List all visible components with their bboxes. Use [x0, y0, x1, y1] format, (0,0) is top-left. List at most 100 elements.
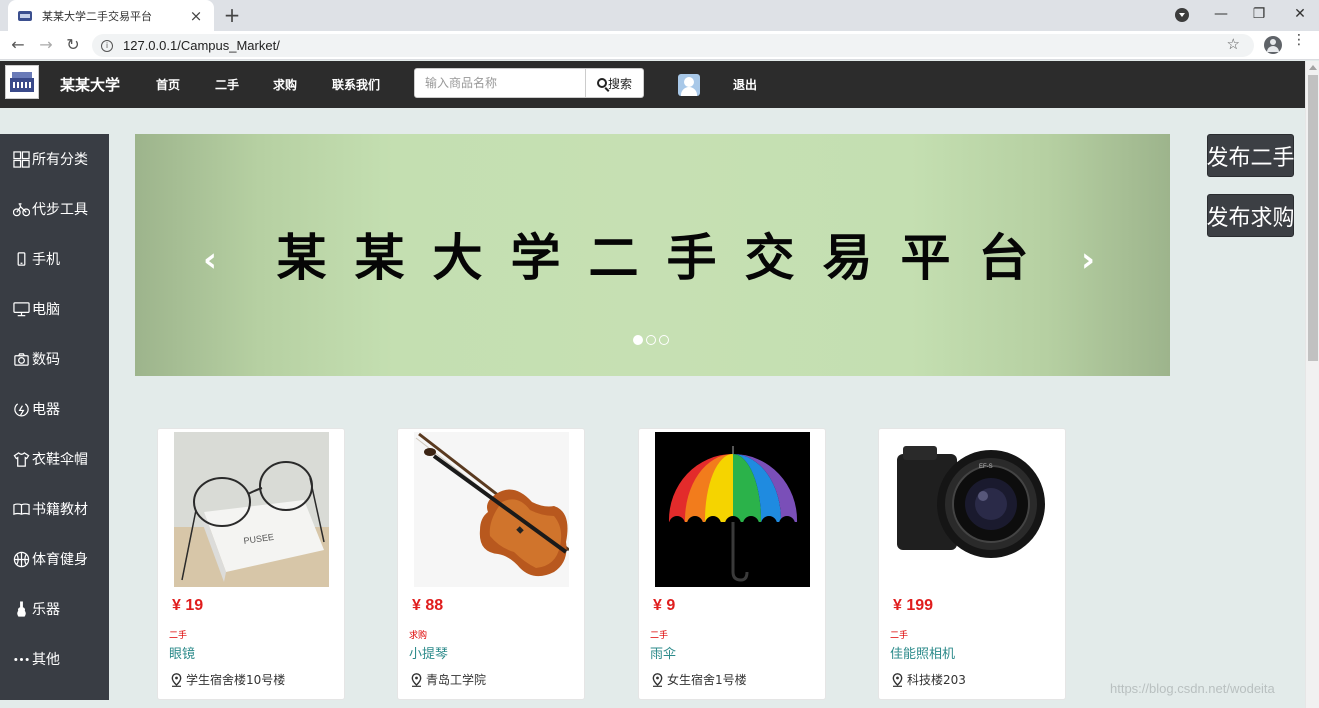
- product-name[interactable]: 眼镜: [169, 643, 195, 662]
- sidebar-item-instruments[interactable]: 乐器: [0, 584, 109, 634]
- product-name[interactable]: 小提琴: [409, 643, 448, 662]
- window-close-button[interactable]: ✕: [1290, 5, 1310, 23]
- product-image-camera[interactable]: EF-S: [895, 432, 1050, 587]
- carousel-dot[interactable]: [646, 335, 656, 345]
- sidebar-item-phone[interactable]: 手机: [0, 234, 109, 284]
- book-icon: [12, 500, 30, 518]
- reload-button[interactable]: ↻: [63, 35, 83, 55]
- camera-icon: [12, 350, 30, 368]
- search-button[interactable]: 搜索: [586, 68, 644, 98]
- forward-button[interactable]: →: [36, 35, 56, 55]
- sidebar-item-clothing[interactable]: 衣鞋伞帽: [0, 434, 109, 484]
- product-image-violin[interactable]: [414, 432, 569, 587]
- scroll-thumb[interactable]: [1308, 75, 1318, 361]
- carousel-dot[interactable]: [659, 335, 669, 345]
- product-tag: 二手: [169, 631, 188, 641]
- bookmark-star-icon[interactable]: ☆: [1227, 35, 1240, 53]
- address-bar[interactable]: i 127.0.0.1/Campus_Market/ ☆: [92, 34, 1254, 57]
- product-card[interactable]: ¥ 88 求购 小提琴 青岛工学院: [397, 428, 585, 700]
- product-price: ¥ 19: [172, 597, 204, 614]
- product-tag: 二手: [890, 631, 909, 641]
- product-location: 学生宿舍楼10号楼: [171, 671, 285, 688]
- category-sidebar: 所有分类 代步工具 手机 电脑 数码 电器 衣鞋伞帽 书籍教材 体育健身 乐器 …: [0, 134, 109, 700]
- sidebar-item-label: 数码: [32, 352, 60, 368]
- sidebar-item-label: 乐器: [32, 602, 60, 618]
- post-secondhand-button[interactable]: 发布二手: [1207, 134, 1295, 177]
- profile-icon[interactable]: [1264, 36, 1282, 54]
- product-image-umbrella[interactable]: [655, 432, 810, 587]
- nav-home[interactable]: 首页: [156, 76, 180, 93]
- sidebar-item-label: 电器: [32, 402, 60, 418]
- nav-wanted[interactable]: 求购: [273, 76, 297, 93]
- page-scrollbar[interactable]: [1305, 61, 1319, 708]
- tab-search-icon[interactable]: [1175, 8, 1189, 22]
- sidebar-item-all[interactable]: 所有分类: [0, 134, 109, 184]
- scroll-up-arrow-icon[interactable]: [1309, 65, 1317, 70]
- search-box: 搜索: [414, 68, 644, 98]
- location-pin-icon: [411, 672, 422, 687]
- carousel-next-button[interactable]: ›: [1081, 243, 1095, 277]
- tab-title: 某某大学二手交易平台: [42, 9, 152, 23]
- monitor-icon: [12, 300, 30, 318]
- browser-toolbar: ← → ↻ i 127.0.0.1/Campus_Market/ ☆ ⋮: [0, 31, 1319, 60]
- product-location: 科技楼203: [892, 671, 966, 688]
- user-avatar[interactable]: [678, 74, 700, 96]
- watermark: https://blog.csdn.net/wodeita: [1110, 681, 1275, 696]
- brand-name[interactable]: 某某大学: [60, 74, 120, 95]
- sidebar-item-appliance[interactable]: 电器: [0, 384, 109, 434]
- product-image-glasses[interactable]: PUSEE: [174, 432, 329, 587]
- sidebar-item-label: 书籍教材: [32, 502, 88, 518]
- sidebar-item-label: 体育健身: [32, 552, 88, 568]
- sidebar-item-computer[interactable]: 电脑: [0, 284, 109, 334]
- product-price: ¥ 88: [412, 597, 444, 614]
- restore-button[interactable]: ❐: [1249, 5, 1269, 23]
- back-button[interactable]: ←: [8, 35, 28, 55]
- browser-menu-button[interactable]: ⋮: [1292, 33, 1306, 47]
- sidebar-item-digital[interactable]: 数码: [0, 334, 109, 384]
- university-logo[interactable]: [5, 65, 39, 99]
- search-button-label: 搜索: [607, 76, 632, 91]
- product-card[interactable]: EF-S ¥ 199 二手 佳能照相机 科技楼203: [878, 428, 1066, 700]
- nav-secondhand[interactable]: 二手: [215, 76, 239, 93]
- banner-title: 某某大学二手交易平台: [276, 228, 1057, 287]
- carousel-dot[interactable]: [633, 335, 643, 345]
- favicon-icon: [18, 10, 32, 21]
- carousel-prev-button[interactable]: ‹: [203, 243, 217, 277]
- logout-link[interactable]: 退出: [733, 76, 757, 93]
- product-card[interactable]: PUSEE ¥ 19 二手 眼镜 学生宿舍楼10号楼: [157, 428, 345, 700]
- nav-contact[interactable]: 联系我们: [332, 76, 380, 93]
- phone-icon: [12, 250, 30, 268]
- product-card[interactable]: ¥ 9 二手 雨伞 女生宿舍1号楼: [638, 428, 826, 700]
- sidebar-item-other[interactable]: 其他: [0, 634, 109, 684]
- sidebar-item-label: 衣鞋伞帽: [32, 452, 88, 468]
- post-wanted-button[interactable]: 发布求购: [1207, 194, 1295, 237]
- sidebar-item-sports[interactable]: 体育健身: [0, 534, 109, 584]
- info-icon[interactable]: i: [101, 39, 113, 52]
- sidebar-item-label: 手机: [32, 252, 60, 268]
- sidebar-item-label: 其他: [32, 652, 60, 668]
- product-price: ¥ 199: [893, 597, 934, 614]
- product-location: 女生宿舍1号楼: [652, 671, 747, 688]
- sidebar-item-books[interactable]: 书籍教材: [0, 484, 109, 534]
- new-tab-button[interactable]: +: [222, 3, 242, 27]
- ball-icon: [12, 550, 30, 568]
- search-input[interactable]: [414, 68, 586, 98]
- product-name[interactable]: 佳能照相机: [890, 643, 955, 662]
- plug-icon: [12, 400, 30, 418]
- product-tag: 求购: [409, 631, 428, 641]
- bicycle-icon: [12, 200, 30, 218]
- tab-close-button[interactable]: ×: [188, 8, 204, 24]
- shirt-icon: [12, 450, 30, 468]
- product-price: ¥ 9: [653, 597, 676, 614]
- product-name[interactable]: 雨伞: [650, 643, 676, 662]
- sidebar-item-transport[interactable]: 代步工具: [0, 184, 109, 234]
- url-text[interactable]: 127.0.0.1/Campus_Market/: [123, 38, 280, 53]
- browser-tabstrip: 某某大学二手交易平台 × + — ❐ ✕: [0, 0, 1319, 31]
- sidebar-item-label: 电脑: [32, 302, 60, 318]
- more-icon: [12, 650, 30, 668]
- product-location: 青岛工学院: [411, 671, 486, 688]
- browser-tab[interactable]: 某某大学二手交易平台 ×: [8, 0, 214, 31]
- minimize-button[interactable]: —: [1211, 5, 1231, 23]
- banner-carousel: 某某大学二手交易平台 ‹ ›: [135, 134, 1170, 376]
- svg-text:EF-S: EF-S: [979, 464, 993, 470]
